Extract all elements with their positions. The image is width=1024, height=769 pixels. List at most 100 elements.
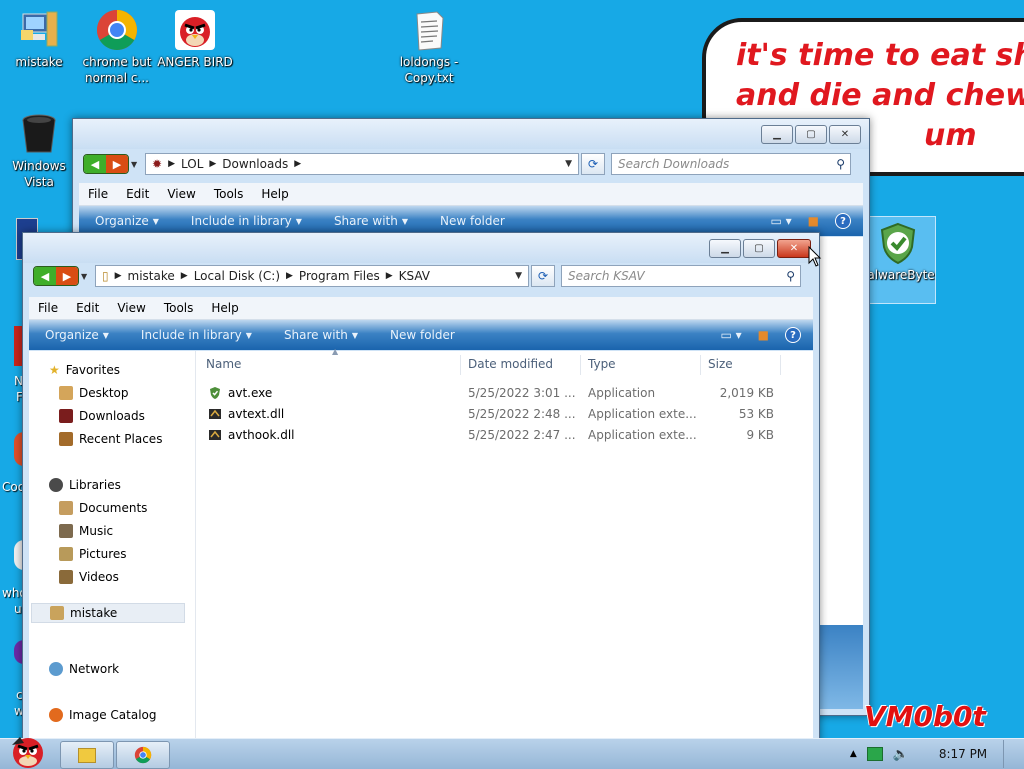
partial-desktop-icon[interactable] [14,326,22,366]
file-row[interactable]: avt.exe 5/25/2022 3:01 ... Application 2… [196,383,796,403]
help-icon[interactable]: ? [835,213,851,229]
ksav-content-area: ★ Favorites Desktop Downloads Recent Pla… [29,347,813,753]
column-header-name[interactable]: Name [206,351,241,377]
menu-tools[interactable]: Tools [155,301,203,315]
breadcrumb-item[interactable]: Local Disk (C:) [194,269,280,283]
menu-view[interactable]: View [108,301,154,315]
help-icon[interactable]: ? [785,327,801,343]
column-header-size[interactable]: Size [708,351,733,377]
new-folder-button[interactable]: New folder [374,328,471,342]
start-button-angry-bird-icon[interactable] [2,731,52,769]
view-options-icon[interactable]: ▭ ▾ [720,328,741,342]
breadcrumb-item[interactable]: Program Files [299,269,380,283]
nav-favorites[interactable]: ★ Favorites [49,360,120,380]
desktop-icon-anger-bird[interactable]: ANGER BIRD [157,8,233,70]
volume-icon[interactable]: 🔈 [893,747,909,762]
menu-file[interactable]: File [79,187,117,201]
maximize-button[interactable]: ▢ [743,239,775,258]
menu-view[interactable]: View [158,187,204,201]
view-options-icon[interactable]: ▭ ▾ [770,214,791,228]
title-bar[interactable]: ▁ ▢ ✕ [23,233,819,263]
nav-documents[interactable]: Documents [59,498,147,518]
address-bar[interactable]: ▯ ▶ mistake ▶ Local Disk (C:) ▶ Program … [95,265,529,287]
nav-downloads[interactable]: Downloads [59,406,145,426]
menu-help[interactable]: Help [202,301,247,315]
maximize-button[interactable]: ▢ [795,125,827,144]
clock[interactable]: 8:17 PM [933,747,993,761]
network-icon [49,662,63,676]
menu-bar: File Edit View Tools Help [29,297,813,320]
organize-button[interactable]: Organize ▼ [29,328,125,342]
breadcrumb-item[interactable]: KSAV [399,269,430,283]
address-bar[interactable]: ✹ ▶ LOL ▶ Downloads ▶ ▼ [145,153,579,175]
column-header-date[interactable]: Date modified [468,351,553,377]
recent-pages-dropdown-icon[interactable]: ▼ [81,272,91,281]
organize-button[interactable]: Organize ▼ [79,214,175,228]
nav-music[interactable]: Music [59,521,113,541]
recent-pages-dropdown-icon[interactable]: ▼ [131,160,141,169]
nav-desktop[interactable]: Desktop [59,383,129,403]
address-dropdown-icon[interactable]: ▼ [565,159,572,169]
close-button[interactable]: ✕ [777,239,811,258]
computer-icon [21,11,58,47]
share-with-button[interactable]: Share with ▼ [318,214,424,228]
desktop-icon-label: loldongs - Copy.txt [399,55,459,85]
include-in-library-button[interactable]: Include in library ▼ [125,328,268,342]
close-button[interactable]: ✕ [829,125,861,144]
search-input[interactable]: Search KSAV ⚲ [561,265,801,287]
nav-videos[interactable]: Videos [59,567,119,587]
desktop-icon-chrome[interactable]: chrome but normal c... [79,8,155,86]
chrome-icon [97,10,137,50]
menu-help[interactable]: Help [252,187,297,201]
nav-home-mistake[interactable]: mistake [31,603,185,623]
menu-edit[interactable]: Edit [117,187,158,201]
file-row[interactable]: avtext.dll 5/25/2022 2:48 ... Applicatio… [196,404,796,424]
breadcrumb-item[interactable]: LOL [181,157,203,171]
explorer-window-ksav[interactable]: ▁ ▢ ✕ ◀ ▶ ▼ ▯ ▶ mistake ▶ Local Disk (C:… [22,232,820,754]
preview-pane-icon[interactable]: ■ [758,328,769,342]
menu-tools[interactable]: Tools [205,187,253,201]
search-icon[interactable]: ⚲ [786,269,795,283]
search-input[interactable]: Search Downloads ⚲ [611,153,851,175]
minimize-button[interactable]: ▁ [761,125,793,144]
nav-pictures[interactable]: Pictures [59,544,127,564]
breadcrumb-item[interactable]: mistake [128,269,175,283]
refresh-button[interactable]: ⟳ [581,153,605,175]
nav-network[interactable]: Network [49,659,119,679]
search-icon[interactable]: ⚲ [836,157,845,171]
share-with-button[interactable]: Share with ▼ [268,328,374,342]
nav-libraries[interactable]: Libraries [49,475,121,495]
desktop-icon-windows-vista[interactable]: Windows Vista [1,112,77,190]
menu-file[interactable]: File [29,301,67,315]
show-hidden-icons-button[interactable]: ▲ [850,749,857,759]
minimize-button[interactable]: ▁ [709,239,741,258]
back-button[interactable]: ◀ [84,155,106,173]
chevron-right-icon: ▶ [286,271,293,281]
taskbar-chrome-button[interactable] [116,741,170,769]
new-folder-button[interactable]: New folder [424,214,521,228]
command-bar: Organize ▼ Include in library ▼ Share with… [29,320,813,350]
desktop-icon-malwarebytes[interactable]: MalwareBytes [860,216,936,304]
file-date: 5/25/2022 3:01 ... [468,386,576,400]
taskbar-explorer-button[interactable] [60,741,114,769]
file-row[interactable]: avthook.dll 5/25/2022 2:47 ... Applicati… [196,425,796,445]
sort-arrow-icon: ▲ [332,347,339,356]
title-bar[interactable]: ▁ ▢ ✕ [73,119,869,149]
menu-edit[interactable]: Edit [67,301,108,315]
desktop-icon-mistake[interactable]: mistake [1,8,77,70]
network-status-icon[interactable] [866,747,883,761]
nav-recent-places[interactable]: Recent Places [59,429,162,449]
preview-pane-icon[interactable]: ■ [808,214,819,228]
include-in-library-button[interactable]: Include in library ▼ [175,214,318,228]
back-button[interactable]: ◀ [34,267,56,285]
forward-button[interactable]: ▶ [106,155,128,173]
desktop-icon-loldongs[interactable]: loldongs - Copy.txt [391,8,467,86]
forward-button[interactable]: ▶ [56,267,78,285]
file-type: Application exte... [588,428,697,442]
column-header-type[interactable]: Type [588,351,616,377]
show-desktop-button[interactable] [1003,740,1014,768]
address-dropdown-icon[interactable]: ▼ [515,271,522,281]
refresh-button[interactable]: ⟳ [531,265,555,287]
breadcrumb-item[interactable]: Downloads [222,157,288,171]
nav-image-catalog[interactable]: Image Catalog [49,705,156,725]
